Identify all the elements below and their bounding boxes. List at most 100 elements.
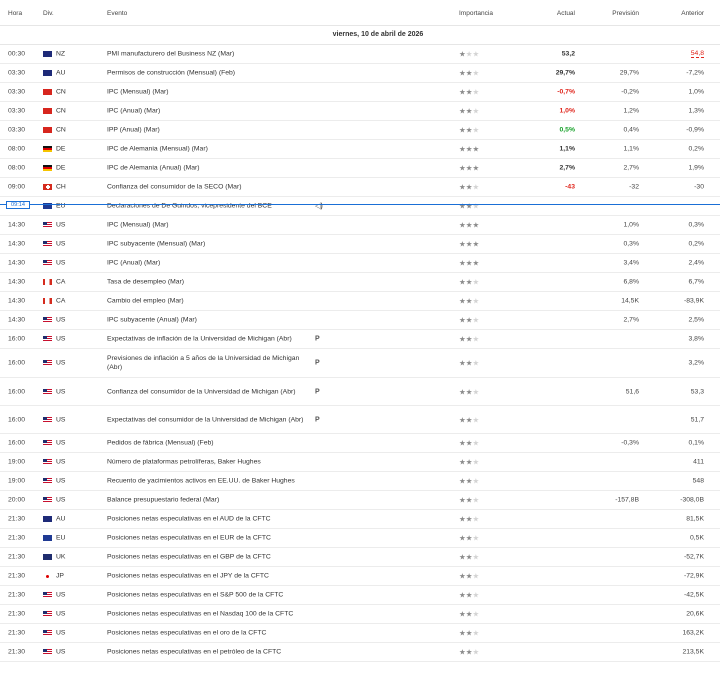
event-name[interactable]: IPP (Anual) (Mar) [107,126,307,135]
event-name[interactable]: Balance presupuestario federal (Mar) [107,496,307,505]
event-name[interactable]: Confianza del consumidor de la Universid… [107,387,307,396]
event-row[interactable]: 16:00 US Expectativas de inflación de la U… [0,330,720,349]
forecast-value: -0,3% [621,439,639,447]
star-icon: ★ [472,68,480,78]
event-row[interactable]: 03:30 CN IPC (Anual) (Mar) ★★★ 1,0% 1,2% 1,3% [0,102,720,121]
event-row[interactable]: 19:00 US Recuento de yacimientos activos e… [0,472,720,491]
forecast-value: -157,8B [615,496,639,504]
importance-stars: ★★★ [459,534,479,543]
header-time[interactable]: Hora [8,10,22,17]
event-row[interactable]: 03:30 CN IPC (Mensual) (Mar) ★★★ -0,7% -0,2% 1… [0,83,720,102]
event-name[interactable]: Tasa de desempleo (Mar) [107,278,307,287]
star-icon: ★ [459,552,466,562]
event-currency: US [56,458,66,466]
forecast-value: 1,1% [623,145,640,153]
event-name[interactable]: Posiciones netas especulativas en el AUD… [107,515,407,524]
header-importance[interactable]: Importancia [459,10,493,17]
event-name[interactable]: IPC (Mensual) (Mar) [107,221,307,230]
event-name[interactable]: PMI manufacturero del Business NZ (Mar) [107,50,307,59]
star-icon: ★ [459,590,466,600]
event-row[interactable]: 21:30 US Posiciones netas especulativas en… [0,643,720,662]
event-name[interactable]: Pedidos de fábrica (Mensual) (Feb) [107,439,307,448]
event-row[interactable]: 16:00 US Pedidos de fábrica (Mensual) (Feb… [0,434,720,453]
event-name[interactable]: Posiciones netas especulativas en el S&P… [107,591,407,600]
event-name[interactable]: IPC subyacente (Mensual) (Mar) [107,240,307,249]
event-name[interactable]: Confianza del consumidor de la SECO (Mar… [107,183,307,192]
event-row[interactable]: 14:30 CA Tasa de desempleo (Mar) ★★★ 6,8% 6,7… [0,273,720,292]
event-row[interactable]: 14:30 US IPC subyacente (Mensual) (Mar) ★★★… [0,235,720,254]
star-icon: ★ [459,68,466,78]
event-name[interactable]: Posiciones netas especulativas en el oro… [107,629,407,638]
flag-ca-icon [43,279,52,285]
event-name[interactable]: Posiciones netas especulativas en el pet… [107,648,407,657]
header-previous[interactable]: Anterior [681,10,704,17]
event-row[interactable]: 16:00 US Confianza del consumidor de la Un… [0,378,720,406]
event-row[interactable]: 00:30 NZ PMI manufacturero del Business NZ… [0,45,720,64]
event-row[interactable]: 14:30 US IPC (Mensual) (Mar) ★★★ 1,0% 0,3% [0,216,720,235]
star-icon: ★ [459,258,466,268]
event-name[interactable]: Expectativas del consumidor de la Univer… [107,415,307,424]
event-name[interactable]: Recuento de yacimientos activos en EE.UU… [107,477,407,486]
event-row[interactable]: 21:30 JP Posiciones netas especulativas en… [0,567,720,586]
event-row[interactable]: 20:00 US Balance presupuestario federal (M… [0,491,720,510]
event-row[interactable]: 08:00 DE IPC de Alemania (Mensual) (Mar) ★ ★… [0,140,720,159]
event-row[interactable]: 14:30 US IPC subyacente (Anual) (Mar) ★★★ 2,… [0,311,720,330]
event-row[interactable]: 14:30 CA Cambio del empleo (Mar) ★★★ 14,5K -8… [0,292,720,311]
importance-stars: ★★★ [459,259,479,268]
event-row[interactable]: 16:00 US Expectativas del consumidor de la… [0,406,720,434]
importance-stars: ★★★ [459,439,479,448]
event-name[interactable]: Cambio del empleo (Mar) [107,297,307,306]
event-time: 14:30 [8,278,26,286]
event-name[interactable]: IPC (Mensual) (Mar) [107,88,307,97]
header-actual[interactable]: Actual [557,10,575,17]
event-name[interactable]: IPC (Anual) (Mar) [107,259,307,268]
event-name[interactable]: Permisos de construcción (Mensual) (Feb) [107,69,307,78]
event-row[interactable]: 19:00 US Número de plataformas petrolífera… [0,453,720,472]
event-name[interactable]: Posiciones netas especulativas en el Nas… [107,610,407,619]
importance-stars: ★★★ [459,591,479,600]
event-time: 03:30 [8,107,26,115]
event-name[interactable]: IPC (Anual) (Mar) [107,107,307,116]
event-name[interactable]: Declaraciones de De Guindos, vicepreside… [107,202,307,211]
event-row[interactable]: 21:30 US Posiciones netas especulativas en… [0,605,720,624]
event-time: 21:30 [8,553,26,561]
event-row[interactable]: 21:30 US Posiciones netas especulativas en… [0,586,720,605]
event-time: 14:30 [8,297,26,305]
header-currency[interactable]: Div. [43,10,54,17]
event-row[interactable]: 21:30 UK Posiciones netas especulativas en… [0,548,720,567]
event-name[interactable]: Posiciones netas especulativas en el GBP… [107,553,407,562]
event-name[interactable]: Posiciones netas especulativas en el JPY… [107,572,407,581]
star-icon: ★ [459,125,466,135]
event-name[interactable]: IPC subyacente (Anual) (Mar) [107,316,307,325]
event-row[interactable]: 09:00 CH Confianza del consumidor de la SE… [0,178,720,197]
event-row[interactable]: 03:30 AU Permisos de construcción (Mensual… [0,64,720,83]
event-currency: DE [56,164,66,172]
event-time: 03:30 [8,126,26,134]
event-time: 03:30 [8,88,26,96]
star-icon: ★ [472,296,480,306]
header-forecast[interactable]: Previsión [612,10,639,17]
event-name[interactable]: Previsiones de inflación a 5 años de la … [107,354,307,372]
event-name[interactable]: Número de plataformas petrolíferas, Bake… [107,458,407,467]
event-row[interactable]: 12:00EUDeclaraciones de De Guindos, vice… [0,197,720,216]
event-name[interactable]: Posiciones netas especulativas en el EUR… [107,534,407,543]
event-row[interactable]: 14:30 US IPC (Anual) (Mar) ★★★ 3,4% 2,4% [0,254,720,273]
event-currency: US [56,359,66,367]
previous-value: 3,8% [688,335,705,343]
event-row[interactable]: 21:30 EU Posiciones netas especulativas en… [0,529,720,548]
previous-value: 53,3 [690,388,704,395]
event-time: 14:30 [8,221,26,229]
event-name[interactable]: IPC de Alemania (Mensual) (Mar) [107,145,307,154]
event-row[interactable]: 21:30 US Posiciones netas especulativas en… [0,624,720,643]
event-row[interactable]: 21:30 AU Posiciones netas especulativas en… [0,510,720,529]
event-row[interactable]: 08:00 DE IPC de Alemania (Anual) (Mar) ★★★ 2… [0,159,720,178]
event-name[interactable]: Expectativas de inflación de la Universi… [107,335,407,344]
header-event[interactable]: Evento [107,10,127,17]
event-time: 21:30 [8,572,26,580]
event-row[interactable]: 03:30 CN IPP (Anual) (Mar) ★★★ 0,5% 0,4% -0,9% [0,121,720,140]
event-currency: US [56,496,66,504]
importance-stars: ★★★ [459,107,479,116]
event-name[interactable]: IPC de Alemania (Anual) (Mar) [107,164,307,173]
star-icon: ★ [459,220,466,230]
event-row[interactable]: 16:00 US Previsiones de inflación a 5 años… [0,349,720,378]
